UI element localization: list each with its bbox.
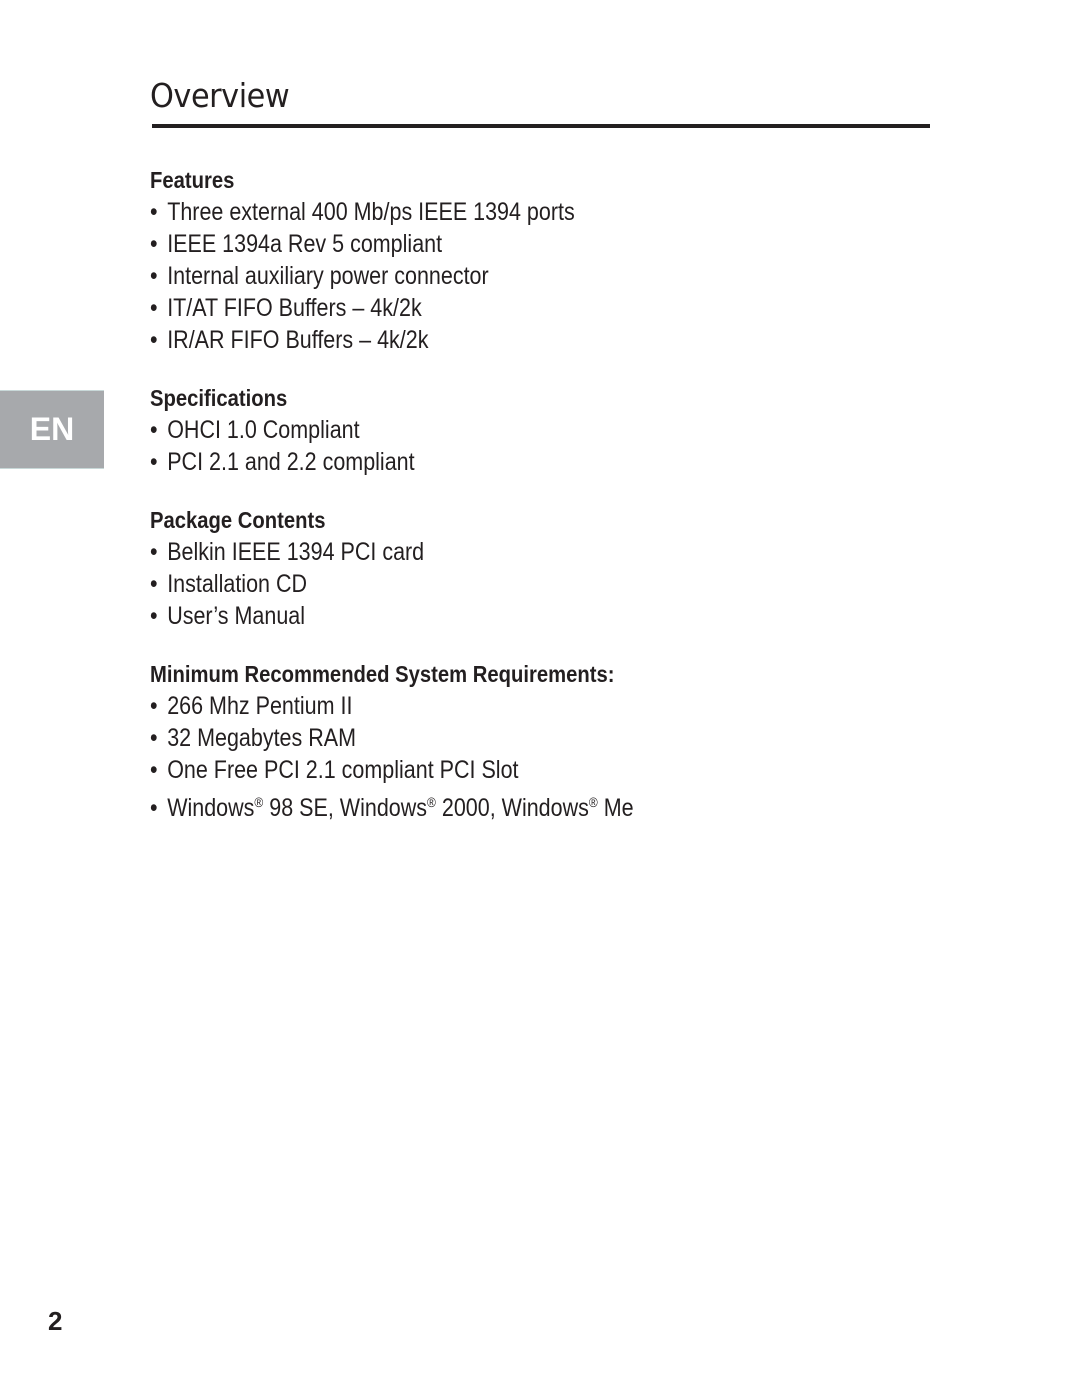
bullet-icon: • xyxy=(150,794,158,822)
list-item: • PCI 2.1 and 2.2 compliant xyxy=(150,448,415,476)
registered-mark: ® xyxy=(254,794,264,810)
section-heading: Features xyxy=(150,167,235,193)
page-number: 2 xyxy=(48,1306,63,1336)
bullet-icon: • xyxy=(150,262,158,290)
bullet-icon: • xyxy=(150,756,158,784)
overview-content: Features • Three external 400 Mb/ps IEEE … xyxy=(150,164,950,850)
list-item: • Belkin IEEE 1394 PCI card xyxy=(150,538,425,566)
list-item: • Three external 400 Mb/ps IEEE 1394 port… xyxy=(150,198,575,226)
section-system-requirements: Minimum Recommended System Requirements:… xyxy=(150,658,950,824)
system-requirements-list: • 266 Mhz Pentium II • 32 Megabytes RAM • O… xyxy=(150,690,950,824)
list-item: • Internal auxiliary power connector xyxy=(150,262,489,290)
bullet-icon: • xyxy=(150,448,158,476)
bullet-icon: • xyxy=(150,198,158,226)
list-item: • 266 Mhz Pentium II xyxy=(150,692,353,720)
registered-mark: ® xyxy=(588,794,598,810)
title-divider xyxy=(152,124,930,128)
bullet-icon: • xyxy=(150,724,158,752)
language-tab: EN xyxy=(0,390,104,469)
bullet-icon: • xyxy=(150,692,158,720)
list-item-windows: • Windows® 98 SE, Windows® 2000, Windows®… xyxy=(150,794,634,822)
features-list: • Three external 400 Mb/ps IEEE 1394 port… xyxy=(150,196,950,356)
bullet-icon: • xyxy=(150,570,158,598)
section-package-contents: Package Contents • Belkin IEEE 1394 PCI c… xyxy=(150,504,950,632)
list-item: • OHCI 1.0 Compliant xyxy=(150,416,360,444)
section-heading: Package Contents xyxy=(150,507,326,533)
section-heading: Specifications xyxy=(150,385,288,411)
package-contents-list: • Belkin IEEE 1394 PCI card • Installation… xyxy=(150,536,950,632)
bullet-icon: • xyxy=(150,230,158,258)
section-heading: Minimum Recommended System Requirements: xyxy=(150,661,615,687)
list-item: • Installation CD xyxy=(150,570,308,598)
list-item: • One Free PCI 2.1 compliant PCI Slot xyxy=(150,756,519,784)
list-item: • IT/AT FIFO Buffers – 4k/2k xyxy=(150,294,422,322)
bullet-icon: • xyxy=(150,416,158,444)
bullet-icon: • xyxy=(150,294,158,322)
section-specifications: Specifications • OHCI 1.0 Compliant • PCI … xyxy=(150,382,950,478)
bullet-icon: • xyxy=(150,602,158,630)
list-item: • IEEE 1394a Rev 5 compliant xyxy=(150,230,443,258)
list-item: • IR/AR FIFO Buffers – 4k/2k xyxy=(150,326,429,354)
page-title: Overview xyxy=(150,76,290,115)
section-features: Features • Three external 400 Mb/ps IEEE … xyxy=(150,164,950,356)
specifications-list: • OHCI 1.0 Compliant • PCI 2.1 and 2.2 com… xyxy=(150,414,950,478)
bullet-icon: • xyxy=(150,538,158,566)
bullet-icon: • xyxy=(150,326,158,354)
list-item: • 32 Megabytes RAM xyxy=(150,724,357,752)
list-item: • User’s Manual xyxy=(150,602,306,630)
